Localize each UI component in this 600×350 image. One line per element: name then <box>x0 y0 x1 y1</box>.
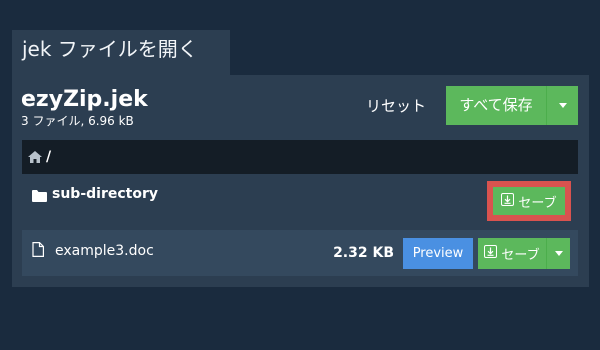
breadcrumb: / <box>22 140 578 174</box>
home-icon[interactable] <box>28 148 42 167</box>
breadcrumb-separator: / <box>46 149 52 165</box>
page-tab: jek ファイルを開く <box>12 30 230 76</box>
file-name[interactable]: example3.doc <box>55 242 154 260</box>
file-icon <box>32 242 44 261</box>
preview-button[interactable]: Preview <box>403 238 473 269</box>
archive-meta: 3 ファイル, 6.96 kB <box>21 114 134 128</box>
list-item-file: example3.doc 2.32 KB Preview セーブ <box>22 230 578 276</box>
save-all-dropdown-toggle[interactable] <box>546 86 578 125</box>
page-tab-title: jek ファイルを開く <box>22 37 198 61</box>
file-save-button-group: セーブ <box>478 238 570 269</box>
save-all-button-group: すべて保存 <box>446 86 578 125</box>
file-save-label: セーブ <box>501 248 540 263</box>
folder-icon <box>32 187 47 206</box>
chevron-down-icon <box>554 251 563 256</box>
chevron-down-icon <box>558 103 567 108</box>
reset-button[interactable]: リセット <box>352 90 440 122</box>
list-item-directory: sub-directory セーブ <box>22 174 578 226</box>
file-save-dropdown-toggle[interactable] <box>546 238 570 269</box>
download-icon <box>501 192 515 210</box>
download-icon <box>484 245 498 262</box>
archive-name: ezyZip.jek <box>21 87 148 112</box>
directory-name[interactable]: sub-directory <box>52 185 158 203</box>
directory-save-label: セーブ <box>518 195 557 211</box>
save-all-button[interactable]: すべて保存 <box>446 86 546 125</box>
directory-save-button[interactable]: セーブ <box>493 187 565 215</box>
file-save-button[interactable]: セーブ <box>478 238 546 269</box>
file-size: 2.32 KB <box>333 245 394 261</box>
highlight-box: セーブ <box>487 181 571 221</box>
